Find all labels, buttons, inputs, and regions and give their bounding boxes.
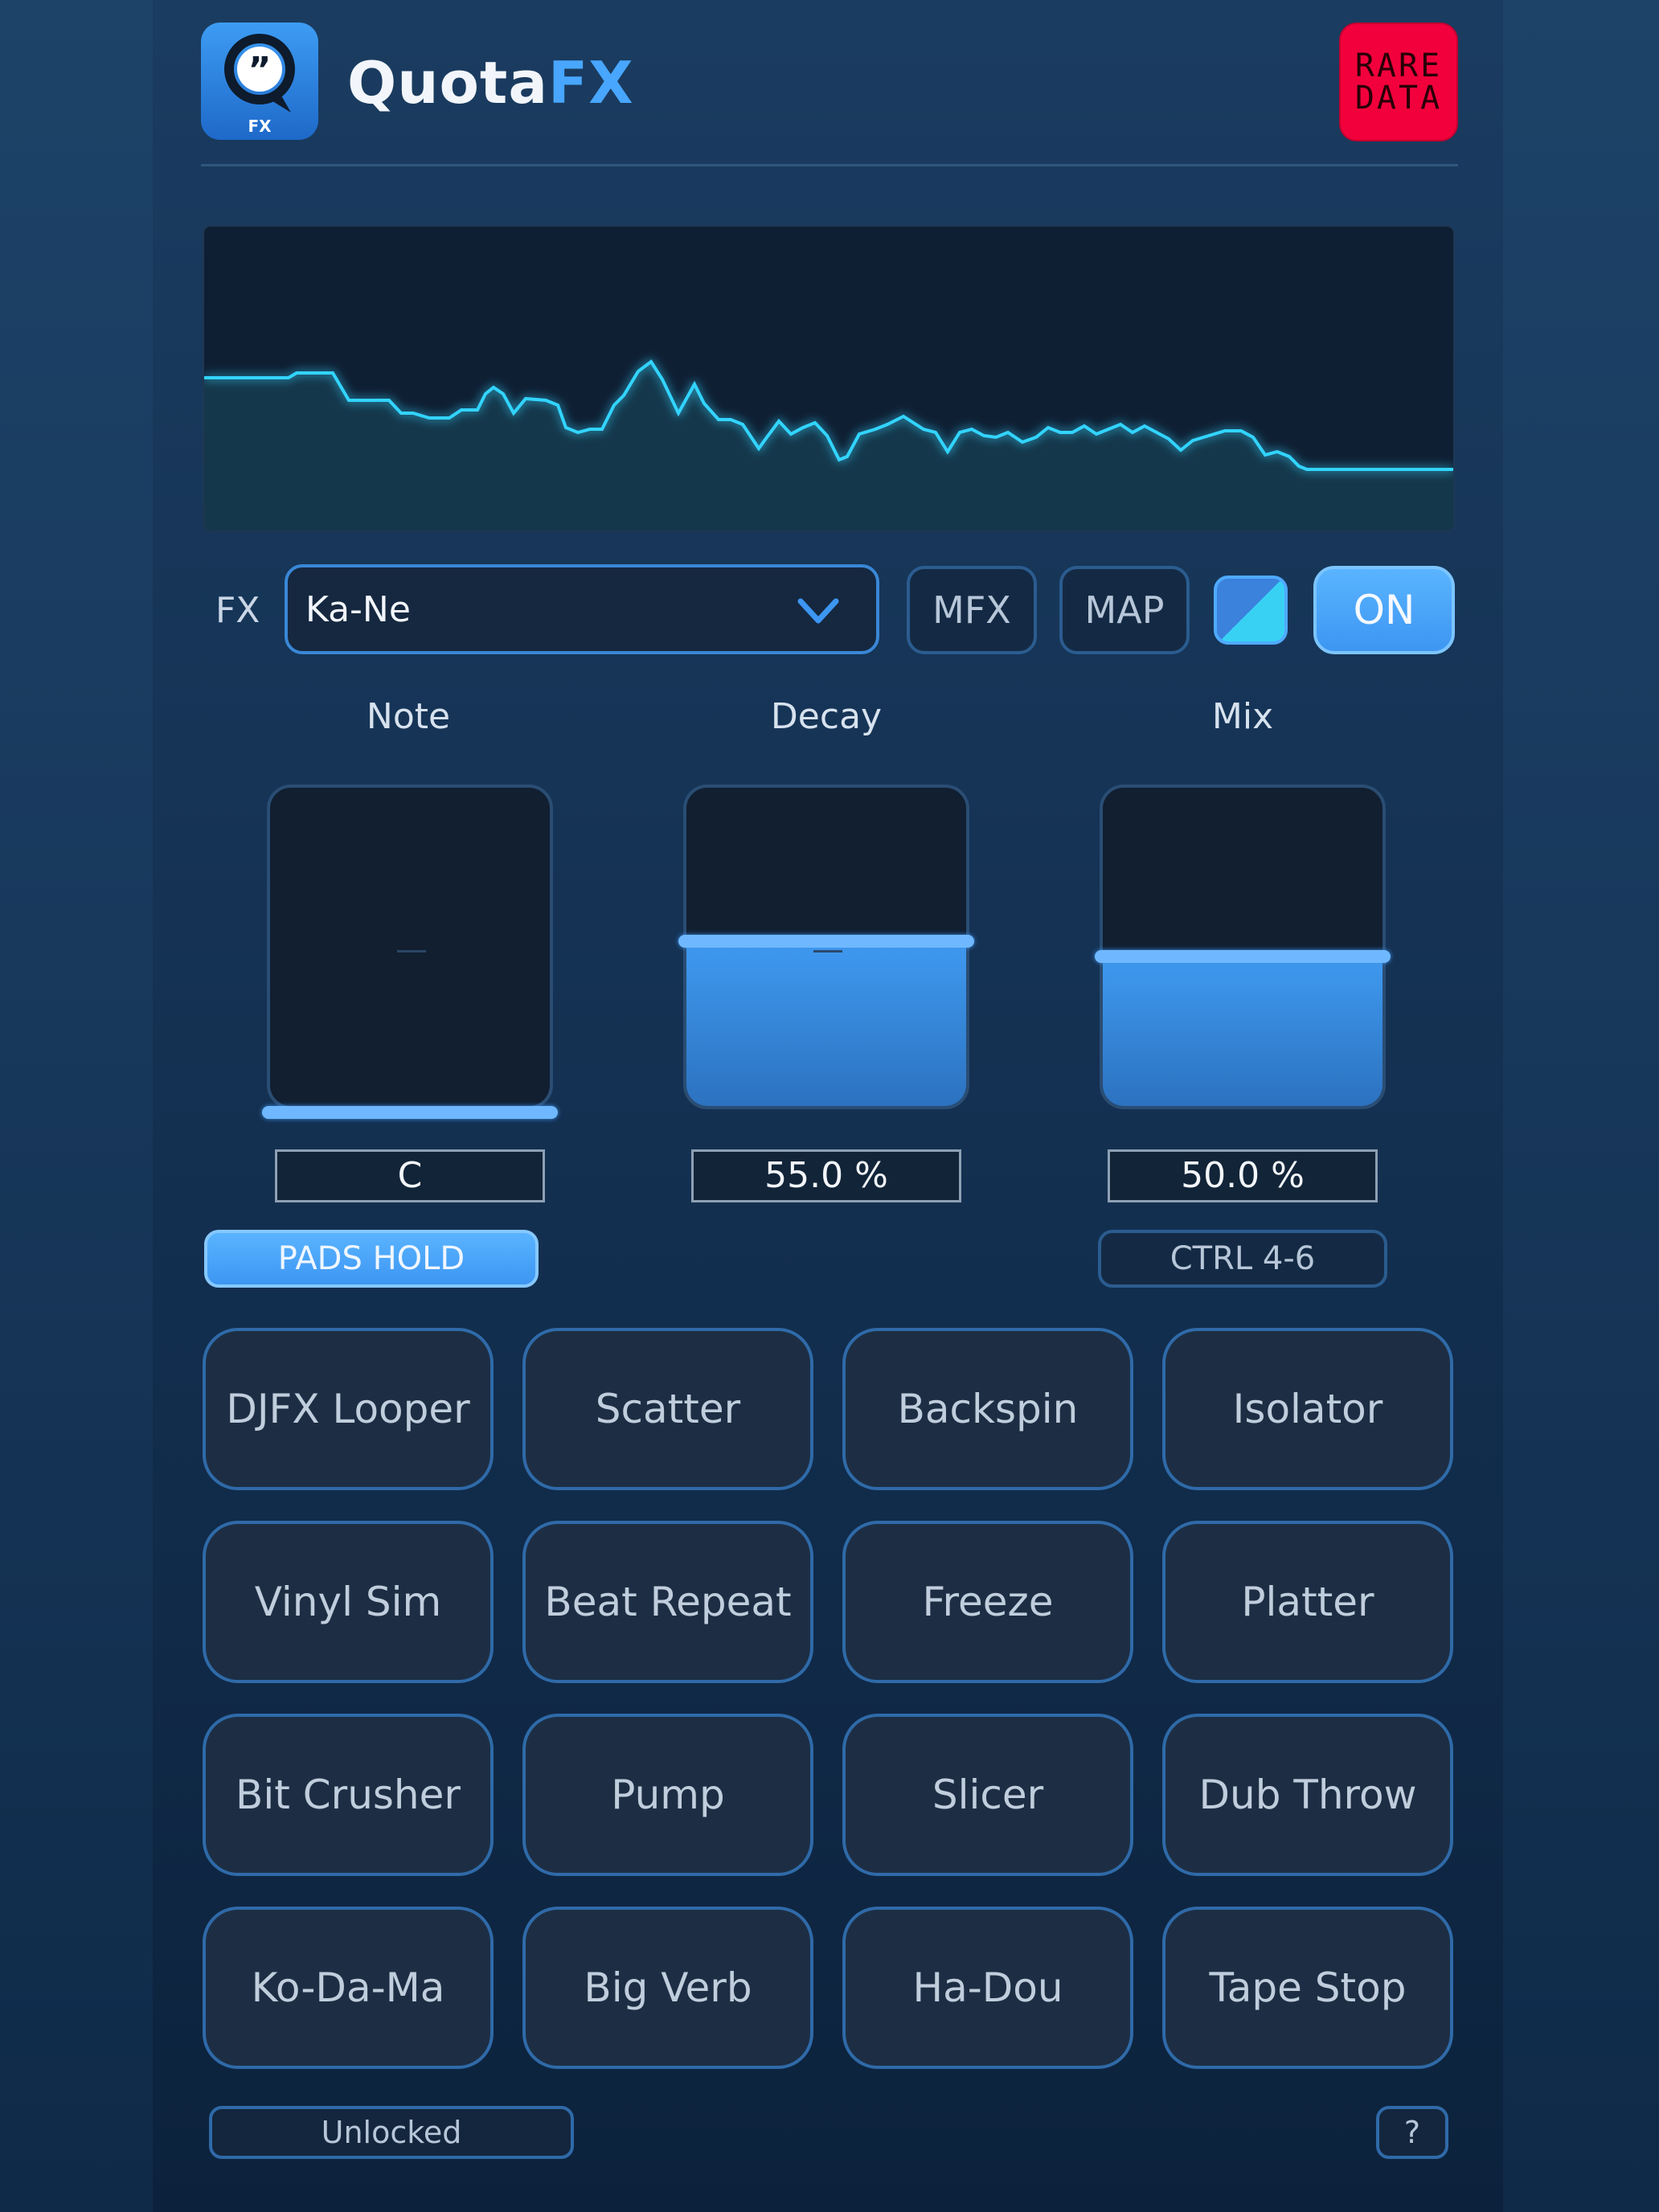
waveform-display: [203, 225, 1455, 532]
title-accent: FX: [547, 49, 634, 117]
pad-button[interactable]: Pump: [522, 1714, 813, 1876]
svg-text:FX: FX: [248, 117, 272, 136]
pad-button[interactable]: Freeze: [842, 1521, 1133, 1683]
fx-selected-value: Ka-Ne: [305, 589, 411, 630]
fx-dropdown[interactable]: Ka-Ne: [285, 564, 879, 654]
mix-fader-fill: [1103, 956, 1382, 1106]
chevron-down-icon: [797, 598, 839, 624]
note-fader[interactable]: [267, 784, 553, 1109]
pad-button[interactable]: Platter: [1162, 1521, 1453, 1683]
pad-button[interactable]: Dub Throw: [1162, 1714, 1453, 1876]
pads-hold-button[interactable]: PADS HOLD: [204, 1230, 539, 1288]
badge-line-1: RARE: [1354, 47, 1443, 84]
decay-center-tick: [813, 950, 842, 952]
mix-fader[interactable]: [1100, 784, 1386, 1109]
pad-button[interactable]: Tape Stop: [1162, 1907, 1453, 2069]
on-button[interactable]: ON: [1313, 566, 1455, 654]
ctrl-button[interactable]: CTRL 4-6: [1098, 1230, 1387, 1288]
pad-button[interactable]: Ko-Da-Ma: [203, 1907, 494, 2069]
app-logo: ” FX: [201, 23, 318, 140]
svg-text:”: ”: [248, 50, 272, 91]
pad-button[interactable]: Big Verb: [522, 1907, 813, 2069]
pad-button[interactable]: DJFX Looper: [203, 1328, 494, 1490]
pad-button[interactable]: Slicer: [842, 1714, 1133, 1876]
note-center-tick: [397, 950, 426, 952]
app-title: QuotaFX: [347, 47, 634, 119]
license-status[interactable]: Unlocked: [209, 2106, 574, 2159]
decay-value[interactable]: 55.0 %: [691, 1149, 961, 1202]
pad-button[interactable]: Backspin: [842, 1328, 1133, 1490]
help-button[interactable]: ?: [1376, 2106, 1448, 2159]
pad-button[interactable]: Beat Repeat: [522, 1521, 813, 1683]
fx-label: FX: [215, 590, 260, 631]
map-button[interactable]: MAP: [1059, 566, 1190, 654]
quote-bubble-icon: ” FX: [224, 34, 295, 136]
decay-label: Decay: [770, 696, 883, 737]
pad-button[interactable]: Ha-Dou: [842, 1907, 1133, 2069]
waveform-area: [204, 362, 1453, 530]
color-swatch-icon[interactable]: [1214, 576, 1288, 645]
decay-fader-fill: [686, 941, 966, 1106]
effect-pads-grid: DJFX Looper Scatter Backspin Isolator Vi…: [203, 1328, 1456, 2075]
note-value[interactable]: C: [275, 1149, 545, 1202]
header-divider: [201, 164, 1458, 166]
mix-value[interactable]: 50.0 %: [1108, 1149, 1378, 1202]
waveform-graph: [204, 359, 1453, 530]
pad-button[interactable]: Bit Crusher: [203, 1714, 494, 1876]
note-fader-handle[interactable]: [262, 1106, 558, 1119]
mix-fader-handle[interactable]: [1095, 950, 1391, 963]
brand-badge: RARE DATA: [1339, 23, 1458, 141]
pad-button[interactable]: Scatter: [522, 1328, 813, 1490]
pad-button[interactable]: Vinyl Sim: [203, 1521, 494, 1683]
decay-fader-handle[interactable]: [678, 935, 974, 948]
note-label: Note: [366, 696, 451, 737]
title-main: Quota: [347, 49, 548, 117]
mfx-button[interactable]: MFX: [907, 566, 1037, 654]
pad-button[interactable]: Isolator: [1162, 1328, 1453, 1490]
badge-line-2: DATA: [1354, 80, 1443, 117]
mix-label: Mix: [1211, 696, 1274, 737]
